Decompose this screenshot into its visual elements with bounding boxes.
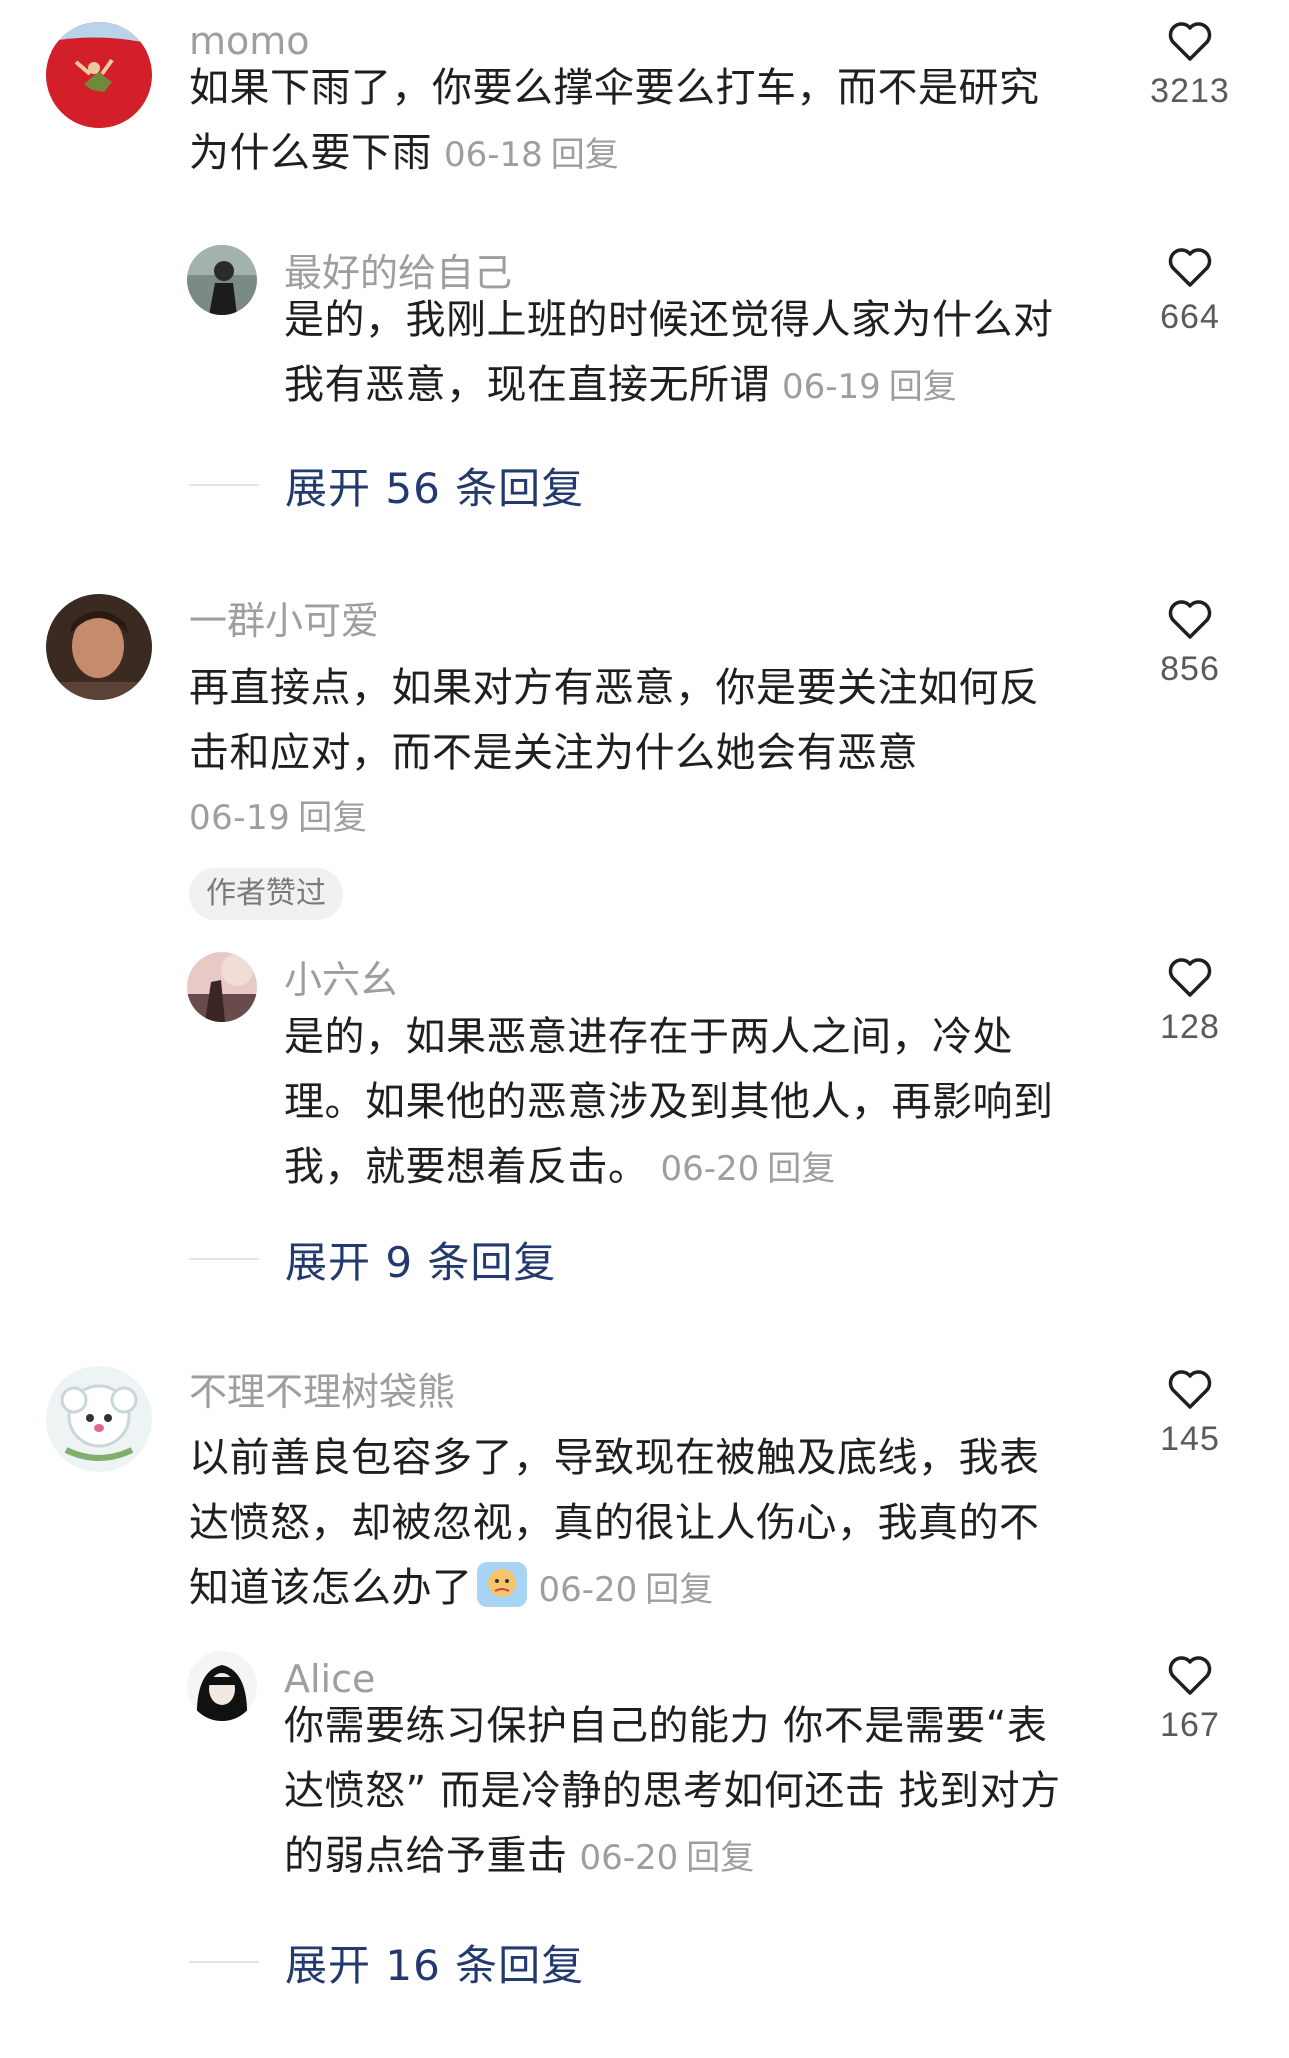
comment-text: 如果下雨了，你要么撑伞要么打车，而不是研究 为什么要下雨 06-18 回复 [189, 56, 1094, 188]
reply-line: 理。如果他的恶意涉及到其他人，再影响到 [284, 1079, 1054, 1125]
like-button[interactable]: 3213 [1130, 22, 1250, 111]
reply-button[interactable]: 回复 [645, 1570, 713, 1610]
divider [189, 1961, 259, 1963]
heart-icon [1168, 958, 1212, 997]
like-count: 128 [1160, 1008, 1220, 1046]
heart-icon [1168, 22, 1212, 61]
reply-button[interactable]: 回复 [889, 367, 957, 407]
like-count: 3213 [1150, 72, 1230, 110]
reply-line: 你需要练习保护自己的能力 你不是需要“表 [284, 1703, 1048, 1749]
avatar[interactable] [187, 952, 257, 1022]
comment-line: 知道该怎么办了 06-20 回复 [189, 1556, 1094, 1623]
reply-text: 是的，我刚上班的时候还觉得人家为什么对 我有恶意，现在直接无所谓 06-19 回复 [284, 288, 1094, 420]
reply-meta: 06-20 回复 [580, 1838, 755, 1878]
comment-line-text: 为什么要下雨 [189, 130, 432, 176]
comment-date: 06-18 [444, 135, 543, 175]
reply-button[interactable]: 回复 [298, 798, 367, 838]
reply-button[interactable]: 回复 [767, 1149, 835, 1189]
expand-replies-label: 展开 16 条回复 [285, 1940, 585, 1990]
like-button[interactable]: 856 [1130, 600, 1250, 689]
reply-date: 06-20 [660, 1149, 760, 1189]
comment-meta: 06-20 回复 [539, 1570, 714, 1610]
reply-line-text: 我，就要想着反击。 [284, 1144, 649, 1190]
comment-date: 06-19 [189, 798, 291, 838]
comment-line: 再直接点，如果对方有恶意，你是要关注如何反 [189, 665, 1040, 711]
reply-text: 你需要练习保护自己的能力 你不是需要“表 达愤怒” 而是冷静的思考如何还击 找到… [284, 1694, 1094, 1891]
expand-replies-label: 展开 9 条回复 [285, 1237, 557, 1287]
reply-line: 的弱点给予重击 06-20 回复 [284, 1824, 1094, 1891]
avatar[interactable] [187, 245, 257, 315]
comment-username[interactable]: momo [189, 22, 310, 60]
avatar[interactable] [46, 1366, 152, 1472]
like-button[interactable]: 167 [1130, 1656, 1250, 1745]
comment-text: 以前善良包容多了，导致现在被触及底线，我表 达愤怒，却被忽视，真的很让人伤心，我… [189, 1426, 1094, 1623]
like-button[interactable]: 128 [1130, 958, 1250, 1047]
heart-icon [1168, 1656, 1212, 1695]
reply-line: 是的，我刚上班的时候还觉得人家为什么对 [284, 297, 1054, 343]
reply-text: 是的，如果恶意进存在于两人之间，冷处 理。如果他的恶意涉及到其他人，再影响到 我… [284, 1005, 1094, 1202]
comment-line: 以前善良包容多了，导致现在被触及底线，我表 [189, 1435, 1040, 1481]
reply-line-text: 我有恶意，现在直接无所谓 [284, 362, 770, 408]
like-count: 856 [1160, 650, 1220, 688]
reply-meta: 06-20 回复 [661, 1149, 836, 1189]
reply-username[interactable]: 小六幺 [284, 961, 398, 999]
expand-replies-button[interactable]: 展开 9 条回复 [189, 1234, 556, 1287]
comment-meta: 06-19 回复 [189, 786, 1094, 851]
expand-replies-button[interactable]: 展开 16 条回复 [189, 1937, 584, 1990]
reply-line: 是的，如果恶意进存在于两人之间，冷处 [284, 1014, 1013, 1060]
reply-line: 我有恶意，现在直接无所谓 06-19 回复 [284, 353, 1094, 420]
expand-replies-label: 展开 56 条回复 [285, 463, 585, 513]
comment-line-text: 知道该怎么办了 [189, 1565, 473, 1611]
comment-meta: 06-18 回复 [444, 135, 619, 175]
author-liked-badge: 作者赞过 [189, 868, 343, 920]
reply-username[interactable]: Alice [284, 1660, 375, 1698]
heart-icon [1168, 248, 1212, 287]
reply-button[interactable]: 回复 [551, 135, 619, 175]
comment-line: 如果下雨了，你要么撑伞要么打车，而不是研究 [189, 65, 1040, 111]
reply-line: 我，就要想着反击。 06-20 回复 [284, 1135, 1094, 1202]
divider [189, 484, 259, 486]
avatar[interactable] [46, 22, 152, 128]
heart-icon [1168, 1370, 1212, 1409]
like-button[interactable]: 145 [1130, 1370, 1250, 1459]
comment-date: 06-20 [538, 1570, 638, 1610]
like-count: 167 [1160, 1706, 1220, 1744]
like-button[interactable]: 664 [1130, 248, 1250, 337]
comment-username[interactable]: 不理不理树袋熊 [189, 1373, 455, 1411]
avatar[interactable] [46, 594, 152, 700]
like-count: 664 [1160, 298, 1220, 336]
heart-icon [1168, 600, 1212, 639]
avatar[interactable] [187, 1651, 257, 1721]
reply-meta: 06-19 回复 [782, 367, 957, 407]
like-count: 145 [1160, 1420, 1220, 1458]
crying-face-emoji [476, 1562, 527, 1607]
comment-line: 为什么要下雨 06-18 回复 [189, 121, 1094, 188]
comment-list: momo 如果下雨了，你要么撑伞要么打车，而不是研究 为什么要下雨 06-18 回复… [0, 0, 1289, 2058]
comment-username[interactable]: 一群小可爱 [189, 602, 379, 640]
reply-date: 06-19 [782, 367, 881, 407]
comment-line: 击和应对，而不是关注为什么她会有恶意 [189, 730, 918, 776]
comment-text: 再直接点，如果对方有恶意，你是要关注如何反 击和应对，而不是关注为什么她会有恶意… [189, 656, 1094, 851]
reply-date: 06-20 [579, 1838, 679, 1878]
reply-username[interactable]: 最好的给自己 [284, 254, 512, 292]
reply-button[interactable]: 回复 [686, 1838, 754, 1878]
reply-line: 达愤怒” 而是冷静的思考如何还击 找到对方 [284, 1768, 1061, 1814]
comment-line: 达愤怒，却被忽视，真的很让人伤心，我真的不 [189, 1500, 1040, 1546]
divider [189, 1258, 259, 1260]
expand-replies-button[interactable]: 展开 56 条回复 [189, 460, 584, 513]
reply-line-text: 的弱点给予重击 [284, 1833, 568, 1879]
